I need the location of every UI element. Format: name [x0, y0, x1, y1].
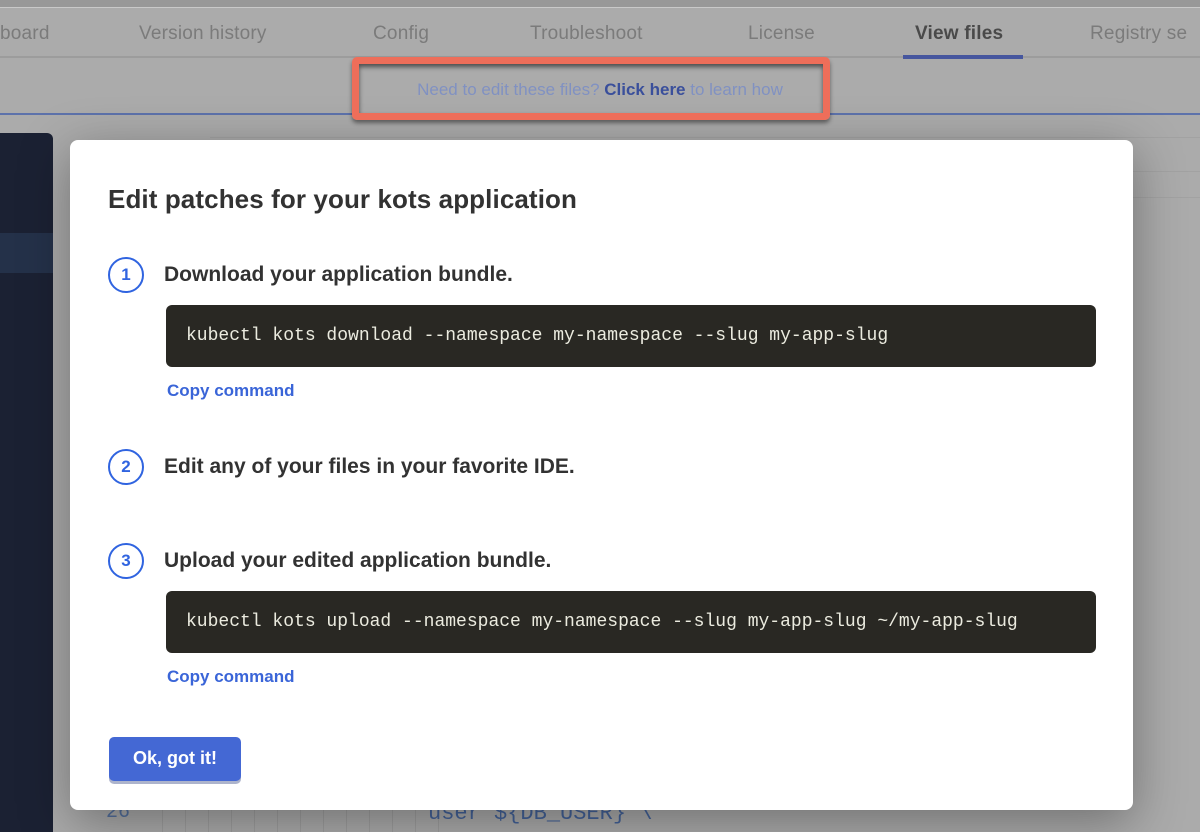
file-tree-sidebar	[0, 133, 53, 832]
file-tree-selected-item[interactable]	[0, 233, 53, 273]
tab-dashboard[interactable]: board	[0, 23, 50, 45]
click-here-link[interactable]: Click here	[604, 80, 685, 99]
step-2-label: Edit any of your files in your favorite …	[164, 455, 575, 479]
edit-patches-modal: Edit patches for your kots application 1…	[70, 140, 1133, 810]
step-1-label: Download your application bundle.	[164, 263, 513, 287]
step-2-number-badge: 2	[108, 449, 144, 485]
tab-registry-settings[interactable]: Registry se	[1090, 23, 1187, 45]
tab-config[interactable]: Config	[373, 23, 429, 45]
tab-troubleshoot[interactable]: Troubleshoot	[530, 23, 643, 45]
content-divider-line	[210, 137, 1200, 138]
step-3-number-badge: 3	[108, 543, 144, 579]
ok-got-it-button[interactable]: Ok, got it!	[109, 737, 241, 781]
tab-view-files[interactable]: View files	[915, 23, 1003, 45]
download-command-text: kubectl kots download --namespace my-nam…	[186, 326, 888, 346]
copy-upload-command-link[interactable]: Copy command	[167, 667, 295, 687]
banner-suffix: to learn how	[686, 80, 783, 99]
step-1-row: 1 Download your application bundle.	[108, 257, 1095, 293]
kots-admin-screen: board Version history Config Troubleshoo…	[0, 0, 1200, 832]
banner-text: Need to edit these files? Click here to …	[0, 80, 1200, 100]
step-2-row: 2 Edit any of your files in your favorit…	[108, 449, 1095, 485]
copy-download-command-link[interactable]: Copy command	[167, 381, 295, 401]
download-command-block: kubectl kots download --namespace my-nam…	[166, 305, 1096, 367]
step-1-number-badge: 1	[108, 257, 144, 293]
tab-version-history[interactable]: Version history	[139, 23, 267, 45]
window-chrome-strip	[0, 0, 1200, 8]
upload-command-block: kubectl kots upload --namespace my-names…	[166, 591, 1096, 653]
step-3-row: 3 Upload your edited application bundle.	[108, 543, 1095, 579]
modal-title: Edit patches for your kots application	[108, 184, 1095, 215]
edit-files-banner: Need to edit these files? Click here to …	[0, 58, 1200, 115]
step-3-label: Upload your edited application bundle.	[164, 549, 551, 573]
upload-command-text: kubectl kots upload --namespace my-names…	[186, 612, 1018, 632]
banner-prefix: Need to edit these files?	[417, 80, 604, 99]
tab-license[interactable]: License	[748, 23, 815, 45]
app-navbar: board Version history Config Troubleshoo…	[0, 9, 1200, 58]
